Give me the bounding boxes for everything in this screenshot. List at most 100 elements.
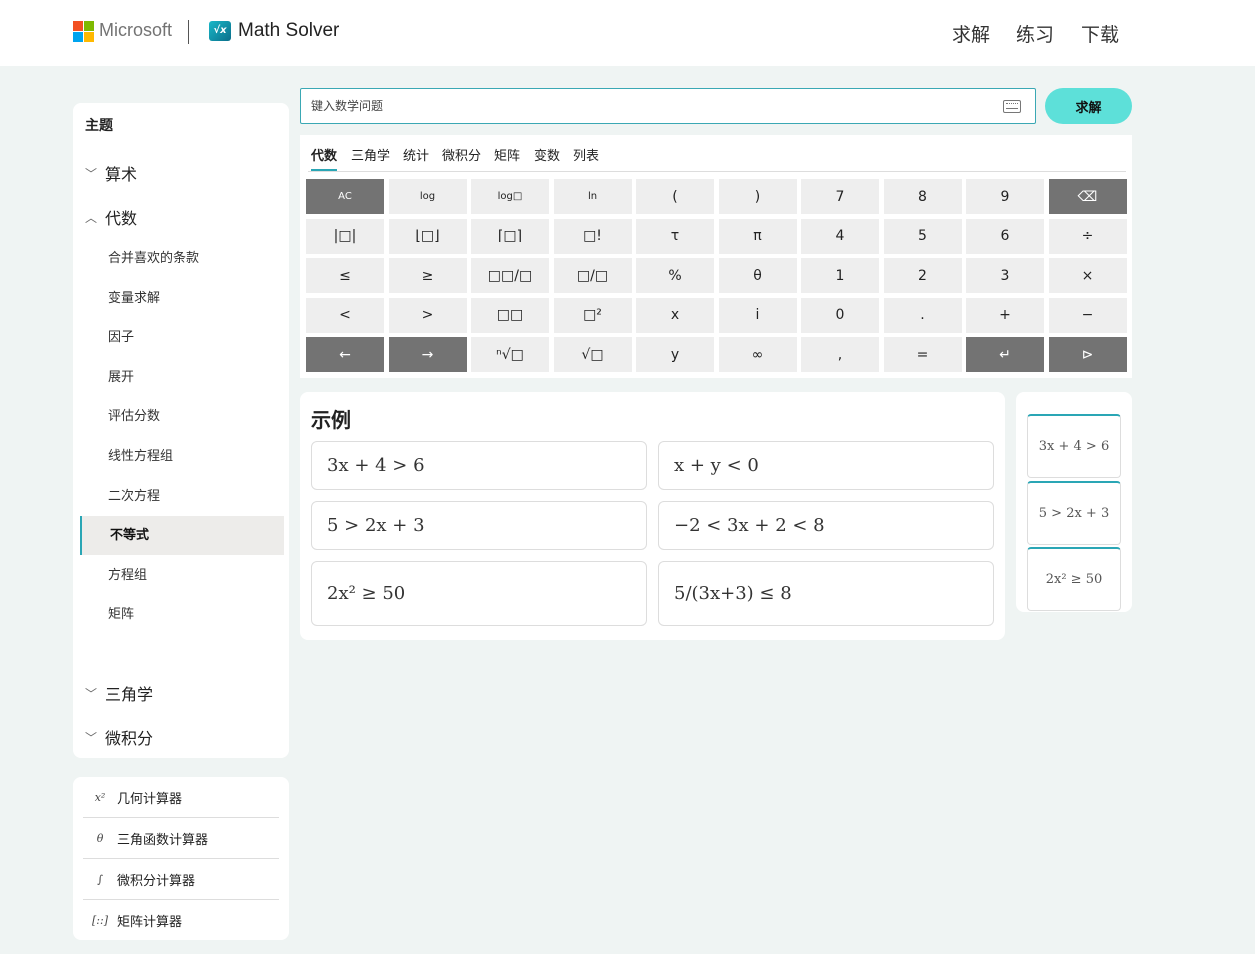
keypad-key[interactable]: ln [553,179,632,214]
solve-button[interactable]: 求解 [1045,88,1132,124]
sidebar-group-trigonometry[interactable]: ﹀ 三角学 [85,681,153,705]
keypad-key[interactable]: < [306,297,384,333]
microsoft-logo-icon[interactable] [73,21,94,42]
trig-calculator-link[interactable]: θ 三角函数计算器 [83,818,279,859]
chevron-down-icon: ﹀ [85,686,98,701]
sidebar-item-solve-variable[interactable]: 变量求解 [80,279,284,318]
sidebar-item-factor[interactable]: 因子 [80,318,284,357]
keypad-key[interactable]: . [883,297,962,333]
keypad-key[interactable]: ↵ [966,337,1044,372]
keypad-key[interactable]: ÷ [1048,218,1127,254]
keypad-key[interactable]: □² [553,297,632,333]
nav-practice[interactable]: 练习 [1016,20,1054,47]
keypad-key[interactable]: ⌫ [1048,179,1127,214]
keypad-key[interactable]: = [883,337,962,372]
keypad-key[interactable]: 3 [966,258,1044,293]
keypad-key[interactable]: ⌊□⌋ [388,218,467,254]
matrix-calculator-link[interactable]: [::] 矩阵计算器 [83,900,279,941]
keyboard-icon[interactable] [1003,100,1021,113]
math-problem-input[interactable] [311,95,991,117]
example-card[interactable]: 5/(3x+3) ≤ 8 [658,561,994,626]
calculator-tools: x² 几何计算器 θ 三角函数计算器 ∫ 微积分计算器 [::] 矩阵计算器 [73,777,289,940]
keypad-key[interactable]: → [388,337,467,372]
keypad-key[interactable]: 0 [801,297,879,333]
keypad-key[interactable]: , [801,337,879,372]
keypad-key[interactable]: ⌈□⌉ [471,218,549,254]
keypad-key[interactable]: log [388,179,467,214]
nav-download[interactable]: 下载 [1081,20,1119,47]
example-card[interactable]: 5 > 2x + 3 [311,501,647,550]
keypad-key[interactable]: θ [718,258,797,293]
tab-variables[interactable]: 变数 [534,145,560,171]
mini-example-card[interactable]: 3x + 4 > 6 [1027,414,1121,478]
example-card[interactable]: 2x² ≥ 50 [311,561,647,626]
keypad-key[interactable]: > [388,297,467,333]
tool-label: 微积分计算器 [117,873,196,889]
keypad-key[interactable]: ≤ [306,258,384,293]
keypad-key[interactable]: × [1048,258,1127,293]
sidebar-item-matrices[interactable]: 矩阵 [80,595,284,634]
sidebar-item-linear-equations[interactable]: 线性方程组 [80,437,284,476]
keypad-key[interactable]: 2 [883,258,962,293]
keypad-key[interactable]: 8 [883,179,962,214]
sidebar-item-evaluate-fractions[interactable]: 评估分数 [80,397,284,436]
tab-matrix[interactable]: 矩阵 [494,145,520,171]
keypad-key[interactable]: % [636,258,714,293]
keypad-key[interactable]: 1 [801,258,879,293]
tab-lists[interactable]: 列表 [573,145,599,171]
keypad-key[interactable]: □/□ [553,258,632,293]
keypad-key[interactable]: ( [636,179,714,214]
tab-trigonometry[interactable]: 三角学 [351,145,390,171]
geometry-calculator-link[interactable]: x² 几何计算器 [83,777,279,818]
keypad-key[interactable]: □□/□ [471,258,549,293]
microsoft-brand[interactable]: Microsoft [99,20,172,41]
nav-solve[interactable]: 求解 [952,20,990,47]
tab-calculus[interactable]: 微积分 [442,145,481,171]
keypad-key[interactable]: |□| [306,218,384,254]
keypad-key[interactable]: √□ [553,337,632,372]
sidebar-item-combine-like-terms[interactable]: 合并喜欢的条款 [80,239,284,278]
sidebar-item-quadratic[interactable]: 二次方程 [80,477,284,516]
example-card[interactable]: x + y < 0 [658,441,994,490]
keypad-key[interactable]: 7 [801,179,879,214]
keypad-key[interactable]: ) [718,179,797,214]
keypad-key[interactable]: y [636,337,714,372]
chevron-up-icon: ︿ [85,210,98,225]
keypad-key[interactable]: + [966,297,1044,333]
sidebar-item-expand[interactable]: 展开 [80,358,284,397]
keypad-key[interactable]: x [636,297,714,333]
keypad-key[interactable]: ∞ [718,337,797,372]
example-card[interactable]: −2 < 3x + 2 < 8 [658,501,994,550]
keypad-key[interactable]: ← [306,337,384,372]
keypad-key[interactable]: 4 [801,218,879,254]
keypad-key[interactable]: □! [553,218,632,254]
keypad-key[interactable]: AC [306,179,384,214]
sidebar-group-label: 三角学 [105,685,154,704]
keypad-key[interactable]: ≥ [388,258,467,293]
keypad-key[interactable]: ⊳ [1048,337,1127,372]
keypad-key[interactable]: − [1048,297,1127,333]
keypad-key[interactable]: 6 [966,218,1044,254]
calculus-calculator-link[interactable]: ∫ 微积分计算器 [83,859,279,900]
keypad-key[interactable]: τ [636,218,714,254]
keypad-key[interactable]: □□ [471,297,549,333]
examples-title: 示例 [311,408,351,432]
app-name[interactable]: Math Solver [238,20,339,42]
mini-example-card[interactable]: 2x² ≥ 50 [1027,547,1121,611]
keypad-key[interactable]: 9 [966,179,1044,214]
keypad-key[interactable]: 5 [883,218,962,254]
keypad-key[interactable]: i [718,297,797,333]
tab-algebra[interactable]: 代数 [311,145,338,171]
keypad-key[interactable]: π [718,218,797,254]
sidebar-item-systems[interactable]: 方程组 [80,556,284,595]
sidebar-group-calculus[interactable]: ﹀ 微积分 [85,725,153,749]
keypad-key[interactable]: ⁿ√□ [471,337,549,372]
example-card[interactable]: 3x + 4 > 6 [311,441,647,490]
math-solver-icon[interactable]: √x [209,21,231,41]
sidebar-group-algebra[interactable]: ︿ 代数 [85,205,137,229]
tab-statistics[interactable]: 统计 [403,145,429,171]
keypad-key[interactable]: log□ [471,179,549,214]
sidebar-item-inequalities[interactable]: 不等式 [80,516,284,555]
mini-example-card[interactable]: 5 > 2x + 3 [1027,481,1121,545]
sidebar-group-arithmetic[interactable]: ﹀ 算术 [85,161,137,185]
